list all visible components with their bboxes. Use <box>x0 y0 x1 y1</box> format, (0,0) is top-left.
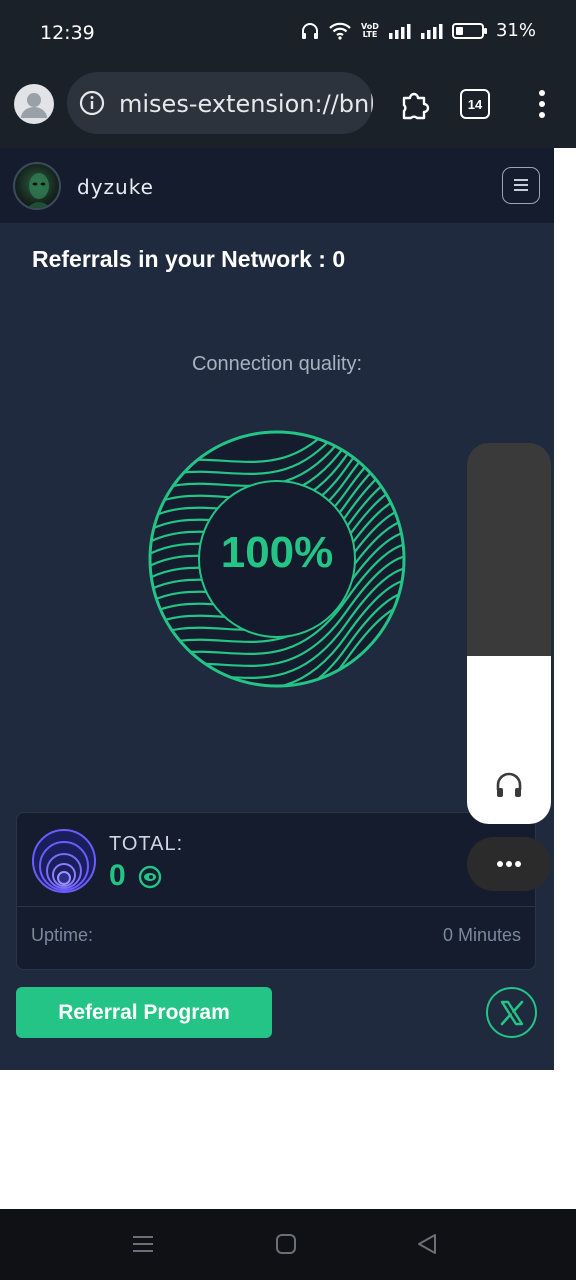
url-bar[interactable]: mises-extension://bnl <box>67 72 373 134</box>
home-icon[interactable] <box>275 1233 297 1260</box>
popup-header: dyzuke <box>0 148 554 223</box>
more-horiz-icon[interactable] <box>467 837 551 891</box>
headphones-icon <box>494 771 524 804</box>
headphones-icon <box>300 22 320 40</box>
battery-percent: 31% <box>495 20 536 41</box>
status-bar: 12:39 VoD LTE 31% <box>0 0 576 64</box>
uptime-label: Uptime: <box>31 925 94 945</box>
total-section: TOTAL: 0 <box>17 813 535 907</box>
uptime-value: 0 Minutes <box>442 925 521 945</box>
status-time: 12:39 <box>40 22 95 44</box>
connection-quality-label: Connection quality: <box>191 353 363 375</box>
signal-icon <box>388 23 412 39</box>
back-icon[interactable] <box>416 1233 438 1260</box>
tab-switcher-button[interactable]: 14 <box>460 89 490 119</box>
battery-icon <box>451 22 488 40</box>
volume-slider[interactable] <box>467 443 551 824</box>
recent-apps-icon[interactable] <box>132 1233 154 1260</box>
signal-icon <box>420 23 444 39</box>
coin-icon <box>32 829 96 893</box>
volte-icon: VoD LTE <box>361 21 379 39</box>
eye-icon[interactable] <box>138 865 162 889</box>
status-icons: VoD LTE 31% <box>300 20 536 41</box>
avatar[interactable] <box>13 162 61 210</box>
url-text: mises-extension://bnl <box>119 90 373 118</box>
x-logo-icon[interactable] <box>486 987 537 1038</box>
system-nav-bar <box>0 1209 576 1280</box>
browser-toolbar: mises-extension://bnl 14 <box>0 64 576 148</box>
hamburger-menu-icon[interactable] <box>502 167 540 204</box>
connection-quality-value: 100% <box>220 528 334 577</box>
info-icon[interactable] <box>79 90 105 121</box>
total-label: TOTAL: <box>109 833 184 855</box>
more-vert-icon[interactable] <box>536 88 548 120</box>
referrals-title: Referrals in your Network : 0 <box>32 246 346 272</box>
wifi-icon <box>328 22 352 40</box>
total-card: TOTAL: 0 Uptime: 0 Minutes <box>16 812 536 970</box>
profile-avatar-icon[interactable] <box>14 84 54 124</box>
total-value: 0 <box>109 859 126 892</box>
username: dyzuke <box>77 175 154 199</box>
referral-program-button[interactable]: Referral Program <box>16 987 272 1038</box>
puzzle-extension-icon[interactable] <box>398 86 432 125</box>
